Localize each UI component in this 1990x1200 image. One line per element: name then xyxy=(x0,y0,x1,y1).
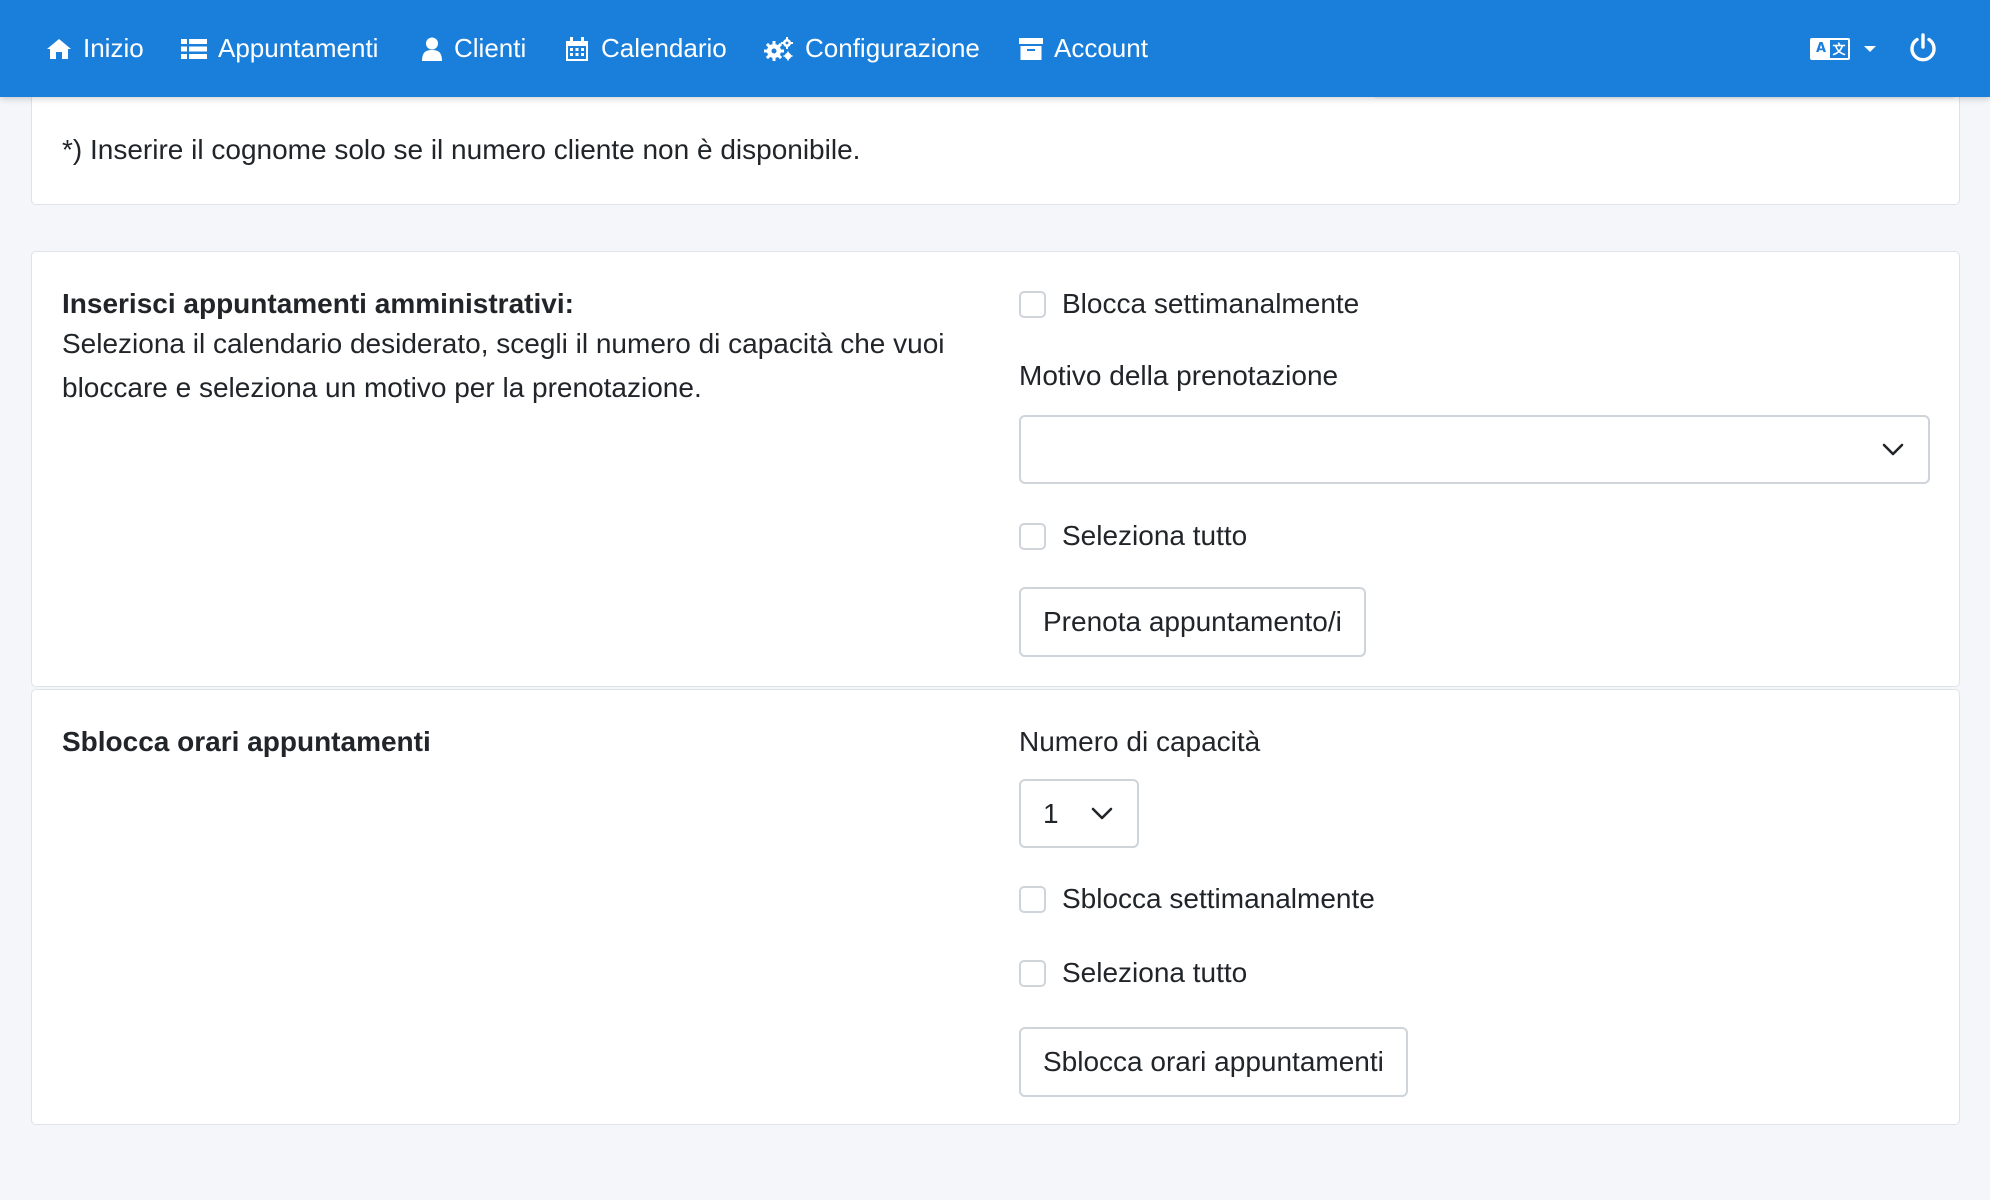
block-weekly-checkbox[interactable]: Blocca settimanalmente xyxy=(1019,288,1359,320)
unlock-appointments-button[interactable]: Sblocca orari appuntamenti xyxy=(1019,1027,1408,1097)
nav-appointments-label: Appuntamenti xyxy=(218,33,379,63)
power-icon[interactable] xyxy=(1908,33,1938,63)
nav-account-label: Account xyxy=(1054,33,1148,63)
chevron-down-icon xyxy=(1882,443,1904,455)
top-navbar: Inizio Appuntamenti Clienti Calendario C… xyxy=(0,0,1990,97)
nav-clients-label: Clienti xyxy=(454,33,527,63)
gears-icon xyxy=(764,36,793,61)
capacity-select[interactable]: 1 xyxy=(1019,779,1139,848)
chevron-down-icon xyxy=(1091,807,1113,819)
capacity-value: 1 xyxy=(1043,797,1059,829)
admin-section-title: Inserisci appuntamenti amministrativi: xyxy=(62,288,574,319)
checkbox-box[interactable] xyxy=(1019,885,1046,913)
capacity-label: Numero di capacità xyxy=(1019,726,1261,757)
unlock-weekly-label: Sblocca settimanalmente xyxy=(1062,883,1375,914)
nav-account[interactable]: Account xyxy=(1019,0,1148,97)
nav-calendar-label: Calendario xyxy=(601,33,727,63)
unlock-appointments-card: Sblocca orari appuntamenti Numero di cap… xyxy=(31,689,1960,1125)
nav-calendar[interactable]: Calendario xyxy=(564,0,727,97)
unlock-section-title: Sblocca orari appuntamenti xyxy=(62,726,431,757)
unlock-select-all-checkbox[interactable]: Seleziona tutto xyxy=(1019,957,1247,989)
select-all-label: Seleziona tutto xyxy=(1062,520,1248,551)
block-weekly-label: Blocca settimanalmente xyxy=(1062,288,1360,319)
nav-configuration-label: Configurazione xyxy=(805,33,980,63)
language-icon: A文 xyxy=(1810,37,1850,60)
nav-appointments[interactable]: Appuntamenti xyxy=(181,0,378,97)
nav-configuration[interactable]: Configurazione xyxy=(764,0,980,97)
booking-reason-select[interactable] xyxy=(1019,415,1930,484)
customer-note: *) Inserire il cognome solo se il numero… xyxy=(62,134,861,165)
calendar-icon xyxy=(566,36,588,61)
archive-icon xyxy=(1019,37,1043,60)
book-appointments-button[interactable]: Prenota appuntamento/i xyxy=(1019,587,1366,657)
nav-home-label: Inizio xyxy=(83,33,144,63)
checkbox-box[interactable] xyxy=(1019,959,1046,987)
checkbox-box[interactable] xyxy=(1019,522,1046,550)
select-all-checkbox[interactable]: Seleziona tutto xyxy=(1019,520,1247,552)
admin-section-description: Seleziona il calendario desiderato, sceg… xyxy=(62,328,945,403)
list-icon xyxy=(181,38,207,59)
nav-clients[interactable]: Clienti xyxy=(421,0,526,97)
user-icon xyxy=(422,37,442,61)
admin-appointments-card: Inserisci appuntamenti amministrativi: S… xyxy=(31,251,1960,687)
home-icon xyxy=(47,38,71,59)
checkbox-box[interactable] xyxy=(1019,290,1046,318)
unlock-weekly-checkbox[interactable]: Sblocca settimanalmente xyxy=(1019,883,1375,915)
nav-home[interactable]: Inizio xyxy=(46,0,144,97)
unlock-select-all-label: Seleziona tutto xyxy=(1062,957,1248,988)
booking-reason-label: Motivo della prenotazione xyxy=(1019,360,1339,391)
language-dropdown[interactable]: A文 xyxy=(1810,0,1876,97)
chevron-down-icon xyxy=(1864,45,1876,52)
